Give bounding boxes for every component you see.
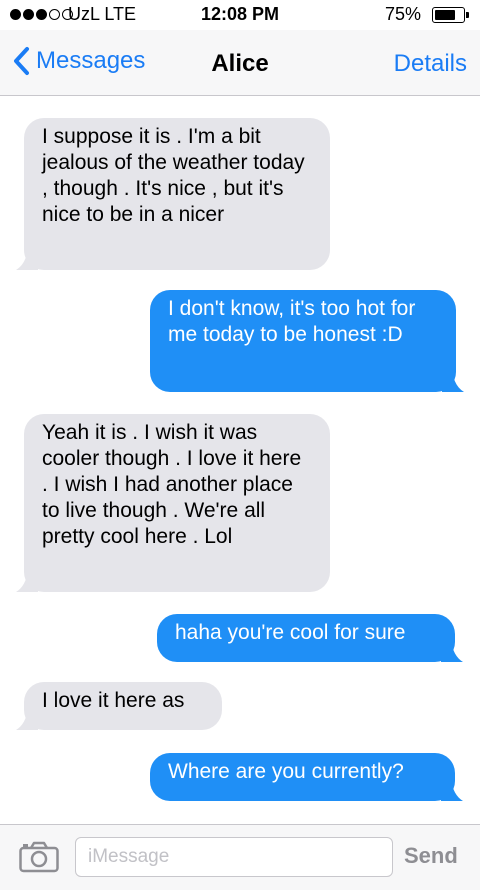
message-text: I don't know, it's too hot for me today … xyxy=(168,297,416,346)
message-text: Where are you currently? xyxy=(168,760,404,783)
details-button[interactable]: Details xyxy=(394,50,467,78)
message-bubble-incoming: I love it here as xyxy=(16,682,222,730)
bubble-tail xyxy=(16,248,38,270)
status-bar: UzL LTE 12:08 PM 75% xyxy=(0,0,480,30)
battery-tip xyxy=(466,12,469,18)
bubble-tail xyxy=(442,370,464,392)
bubble-tail xyxy=(16,570,38,592)
message-bubble-incoming: I suppose it is . I'm a bit jealous of t… xyxy=(16,118,330,270)
send-button[interactable]: Send xyxy=(404,843,458,869)
bubble-tail xyxy=(16,708,38,730)
message-list[interactable]: I suppose it is . I'm a bit jealous of t… xyxy=(0,96,480,824)
message-bubble-outgoing: I don't know, it's too hot for me today … xyxy=(150,290,464,392)
message-text: I love it here as xyxy=(42,689,185,712)
message-bubble-incoming: Yeah it is . I wish it was cooler though… xyxy=(16,414,330,592)
camera-icon xyxy=(19,841,59,873)
nav-bar: Messages Alice Details xyxy=(0,30,480,96)
compose-bar: Send xyxy=(0,824,480,890)
message-bubble-outgoing: haha you're cool for sure xyxy=(157,614,463,662)
message-bubble-outgoing: Where are you currently? xyxy=(150,753,463,801)
message-text: I suppose it is . I'm a bit jealous of t… xyxy=(42,125,305,226)
bubble-tail xyxy=(441,640,463,662)
message-text: Yeah it is . I wish it was cooler though… xyxy=(42,421,302,548)
message-text: haha you're cool for sure xyxy=(175,621,406,644)
battery-percent: 75% xyxy=(385,4,422,24)
camera-button[interactable] xyxy=(19,841,59,878)
message-input[interactable] xyxy=(75,837,393,877)
bubble-tail xyxy=(441,779,463,801)
battery-icon xyxy=(432,7,465,23)
